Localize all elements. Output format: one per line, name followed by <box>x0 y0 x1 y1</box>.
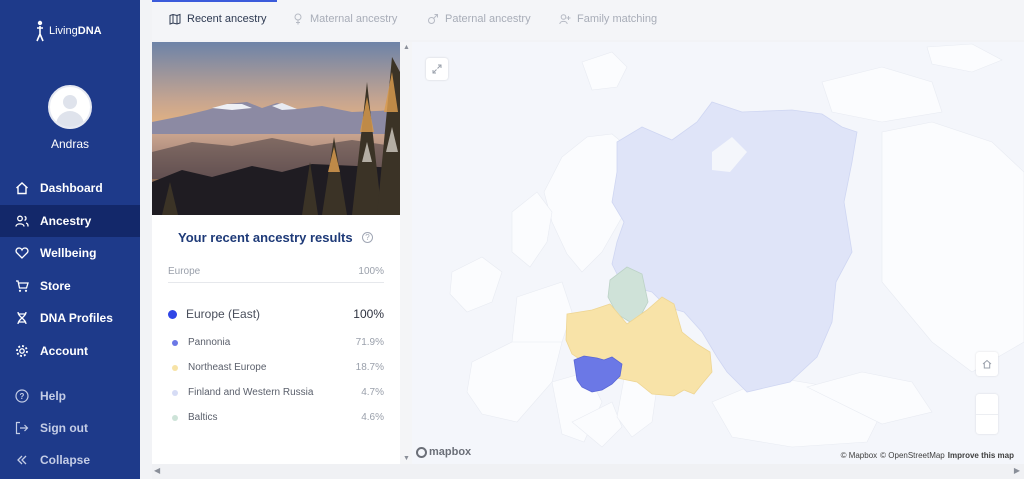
top-region-label: Europe <box>168 266 201 277</box>
gear-icon <box>15 344 29 358</box>
logo-prefix: Living <box>49 25 78 37</box>
nav-collapse-label: Collapse <box>40 453 91 467</box>
cart-icon <box>15 279 29 293</box>
attribution-osm-link[interactable]: © OpenStreetMap <box>880 451 945 460</box>
nav-dna-profiles[interactable]: DNA Profiles <box>0 302 140 334</box>
northeast-europe-dot <box>172 364 178 371</box>
scroll-right-icon[interactable]: ▶ <box>1014 466 1020 475</box>
tab-family-matching[interactable]: Family matching <box>559 13 657 25</box>
mapbox-label: mapbox <box>429 446 472 458</box>
sub-region-label: Finland and Western Russia <box>188 387 314 398</box>
tab-maternal-ancestry[interactable]: Maternal ancestry <box>292 13 397 25</box>
finland-western-russia-dot <box>172 389 178 396</box>
living-dna-logo[interactable]: LivingDNA <box>34 20 102 42</box>
home-icon <box>982 359 992 369</box>
nav-store[interactable]: Store <box>0 270 140 302</box>
sub-region-pct: 71.9% <box>355 337 384 348</box>
nav-collapse[interactable]: Collapse <box>0 444 140 476</box>
pannonia-dot <box>172 339 178 346</box>
username: Andras <box>50 137 90 151</box>
nav-sign-out[interactable]: Sign out <box>0 412 140 444</box>
svg-text:?: ? <box>20 392 25 401</box>
results-title: Your recent ancestry results <box>178 230 353 245</box>
nav-dashboard[interactable]: Dashboard <box>0 172 140 204</box>
list-item[interactable]: Northeast Europe 18.7% <box>172 362 384 373</box>
nav-dashboard-label: Dashboard <box>40 181 103 195</box>
nav-dna-profiles-label: DNA Profiles <box>40 311 113 325</box>
nav-account[interactable]: Account <box>0 335 140 367</box>
ancestry-map[interactable]: mapbox © Mapbox © OpenStreetMap Improve … <box>412 42 1024 464</box>
list-item[interactable]: Finland and Western Russia 4.7% <box>172 387 384 398</box>
sub-region-pct: 4.6% <box>361 412 384 423</box>
tab-recent-ancestry[interactable]: Recent ancestry <box>169 13 266 25</box>
users-icon <box>15 214 29 228</box>
nav-account-label: Account <box>40 344 88 358</box>
nav-sign-out-label: Sign out <box>40 421 88 435</box>
help-circle-icon: ? <box>15 389 29 403</box>
list-item[interactable]: Pannonia 71.9% <box>172 337 384 348</box>
results-panel: Your recent ancestry results ? Europe 10… <box>152 42 400 464</box>
avatar[interactable] <box>48 85 92 129</box>
baltics-dot <box>172 414 178 421</box>
scroll-left-icon[interactable]: ◀ <box>154 466 160 475</box>
attribution-mapbox-link[interactable]: © Mapbox <box>841 451 878 460</box>
user-plus-icon <box>559 14 571 25</box>
tab-paternal-ancestry[interactable]: Paternal ancestry <box>427 13 531 25</box>
expand-icon <box>432 64 442 74</box>
heart-icon <box>15 246 29 260</box>
scroll-up-icon[interactable]: ▲ <box>403 44 410 51</box>
nav-help-label: Help <box>40 389 67 403</box>
main-region-pct: 100% <box>353 307 384 321</box>
mapbox-logo[interactable]: mapbox <box>416 446 471 458</box>
expand-map-button[interactable] <box>426 58 448 80</box>
nav-store-label: Store <box>40 279 71 293</box>
zoom-out-button[interactable] <box>976 415 998 434</box>
horizontal-scrollbar[interactable]: ◀ ▶ <box>152 464 1024 479</box>
help-icon[interactable]: ? <box>362 232 373 243</box>
collapse-icon <box>15 453 29 467</box>
male-icon <box>428 14 438 24</box>
improve-map-link[interactable]: Improve this map <box>948 451 1014 460</box>
dna-icon <box>15 311 29 325</box>
tab-recent-ancestry-label: Recent ancestry <box>187 13 267 25</box>
main-region-dot <box>168 309 177 319</box>
list-item[interactable]: Baltics 4.6% <box>172 412 384 423</box>
map-attribution: © Mapbox © OpenStreetMap Improve this ma… <box>841 451 1014 460</box>
mapbox-icon <box>416 446 427 458</box>
sub-region-label: Northeast Europe <box>188 362 267 373</box>
zoom-controls[interactable] <box>976 394 998 434</box>
dna-figure-icon <box>36 20 44 42</box>
nav-wellbeing-label: Wellbeing <box>40 246 97 260</box>
active-tab-indicator <box>152 0 277 2</box>
female-icon <box>294 13 302 25</box>
tab-paternal-ancestry-label: Paternal ancestry <box>445 13 531 25</box>
home-view-button[interactable] <box>976 352 998 376</box>
map-icon <box>169 13 181 25</box>
tab-maternal-ancestry-label: Maternal ancestry <box>310 13 398 25</box>
top-region-row: Europe 100% <box>168 266 384 277</box>
main-region-label: Europe (East) <box>186 307 261 321</box>
sub-region-pct: 4.7% <box>361 387 384 398</box>
logo-bold: DNA <box>77 25 102 37</box>
mountain-landscape-photo <box>152 42 400 215</box>
home-icon <box>15 181 29 195</box>
nav-help[interactable]: ? Help <box>0 380 140 412</box>
main-region-row[interactable]: Europe (East) 100% <box>168 307 384 321</box>
sub-region-label: Pannonia <box>188 337 231 348</box>
sign-out-icon <box>15 421 29 435</box>
europe-map <box>412 42 1024 464</box>
sub-region-pct: 18.7% <box>355 362 384 373</box>
sidebar: LivingDNA Andras Dashboard Ancestry Well… <box>0 0 140 479</box>
sub-region-label: Baltics <box>188 412 218 423</box>
nav-ancestry-label: Ancestry <box>40 214 92 228</box>
nav-wellbeing[interactable]: Wellbeing <box>0 237 140 269</box>
divider <box>168 282 384 283</box>
panel-scrollbar[interactable]: ▲ ▼ <box>400 42 412 464</box>
top-region-pct: 100% <box>358 266 384 277</box>
scroll-down-icon[interactable]: ▼ <box>403 455 410 462</box>
zoom-in-button[interactable] <box>976 394 998 414</box>
tab-family-matching-label: Family matching <box>577 13 658 25</box>
nav-ancestry[interactable]: Ancestry <box>0 205 140 237</box>
